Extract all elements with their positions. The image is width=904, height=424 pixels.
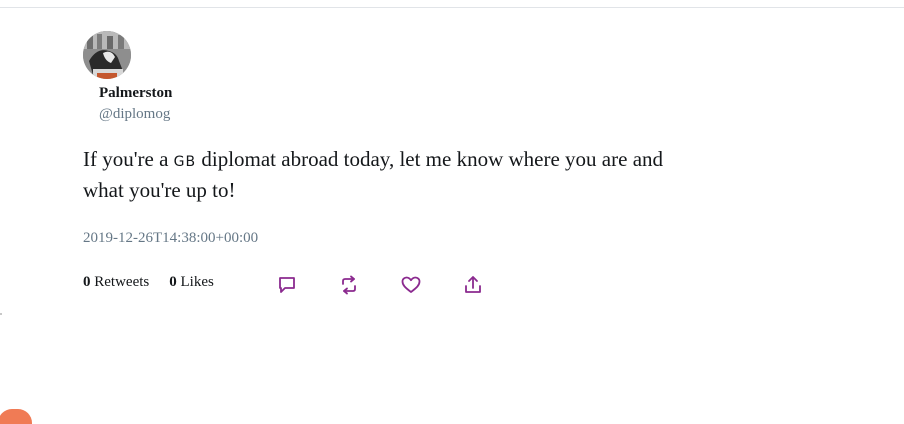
tweet-timestamp[interactable]: 2019-12-26T14:38:00+00:00 bbox=[83, 230, 258, 247]
reply-icon bbox=[279, 277, 295, 293]
retweets-count: 0 bbox=[83, 274, 91, 290]
avatar[interactable] bbox=[83, 31, 131, 79]
retweets-label: Retweets bbox=[94, 274, 150, 290]
edge-marker bbox=[0, 313, 2, 315]
likes-count: 0 bbox=[169, 274, 177, 290]
reply-button[interactable] bbox=[276, 274, 298, 296]
like-button[interactable] bbox=[400, 274, 422, 296]
author-handle[interactable]: @diplomog bbox=[99, 106, 170, 123]
tweet-stats: 0 Retweets 0 Likes bbox=[83, 274, 214, 291]
avatar-image bbox=[83, 31, 131, 79]
likes-stat[interactable]: 0 Likes bbox=[169, 274, 214, 291]
heart-icon bbox=[401, 276, 421, 293]
tweet-text-start: If you're a bbox=[83, 147, 174, 171]
retweet-icon bbox=[342, 275, 356, 295]
gb-flag-emoji: GB bbox=[173, 154, 197, 170]
retweets-stat[interactable]: 0 Retweets bbox=[83, 274, 149, 291]
share-icon bbox=[465, 276, 481, 293]
retweet-button[interactable] bbox=[338, 274, 360, 296]
tweet-text: If you're a GB diplomat abroad today, le… bbox=[83, 145, 673, 204]
likes-label: Likes bbox=[180, 274, 214, 290]
corner-widget-button[interactable] bbox=[0, 409, 32, 424]
author-display-name[interactable]: Palmerston bbox=[99, 85, 172, 102]
share-button[interactable] bbox=[462, 274, 484, 296]
top-divider bbox=[0, 7, 904, 8]
